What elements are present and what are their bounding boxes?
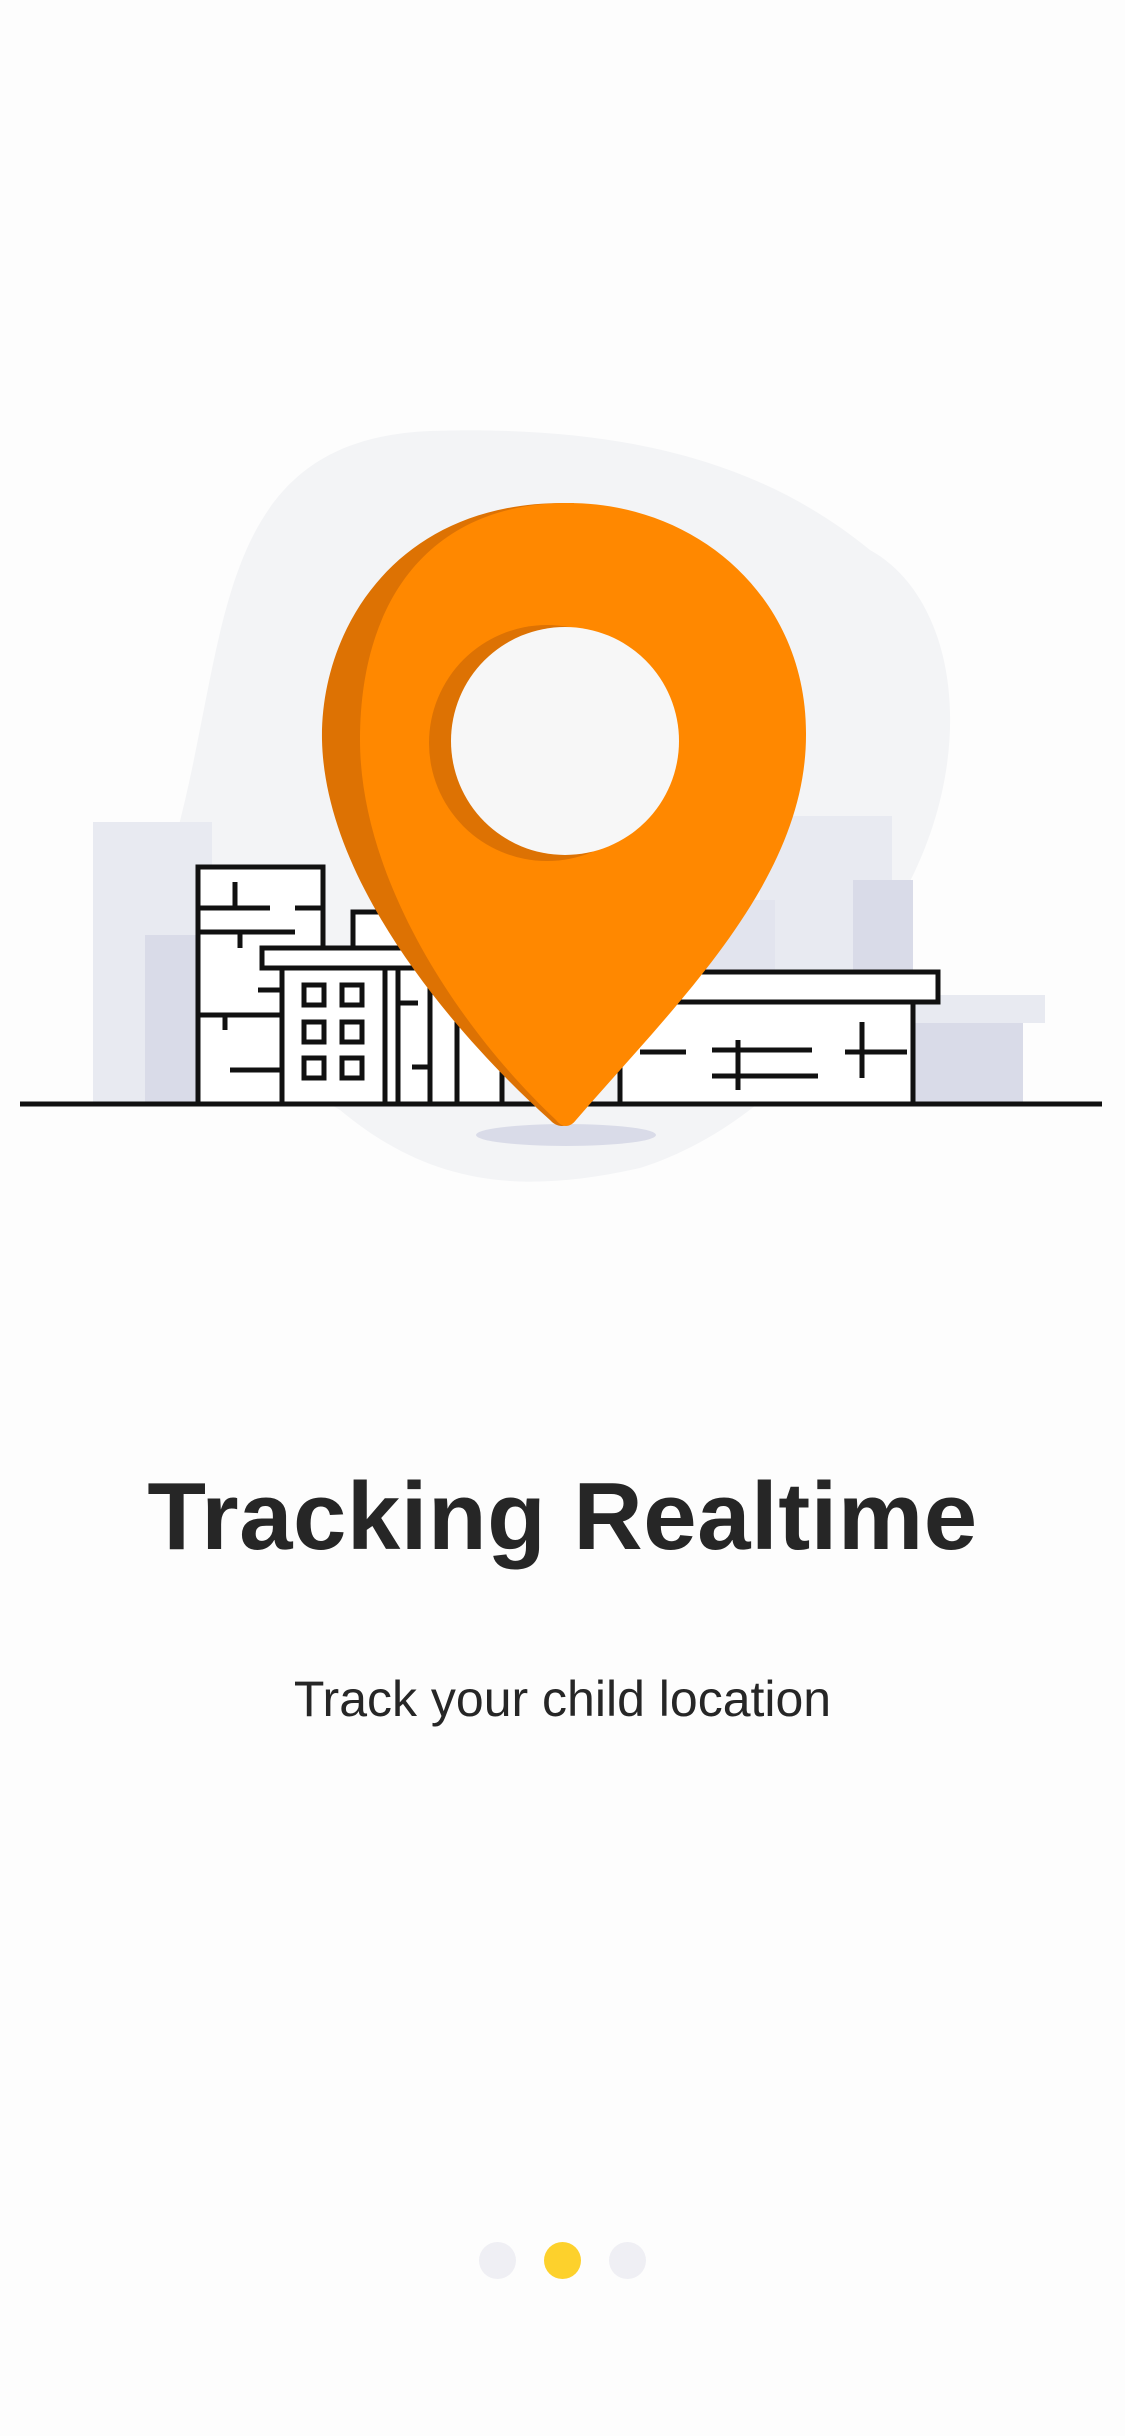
page-dot-2-active[interactable] [544,2241,581,2279]
pin-ground-shadow [476,1124,656,1146]
page-dot-1[interactable] [479,2241,516,2279]
page-dot-3[interactable] [609,2241,646,2279]
pin-hole [451,627,679,855]
page-subtitle: Track your child location [293,1671,832,1727]
onboarding-illustration [20,430,1102,1182]
page-title: Tracking Realtime [147,1463,978,1570]
page-indicator [0,2240,1125,2280]
